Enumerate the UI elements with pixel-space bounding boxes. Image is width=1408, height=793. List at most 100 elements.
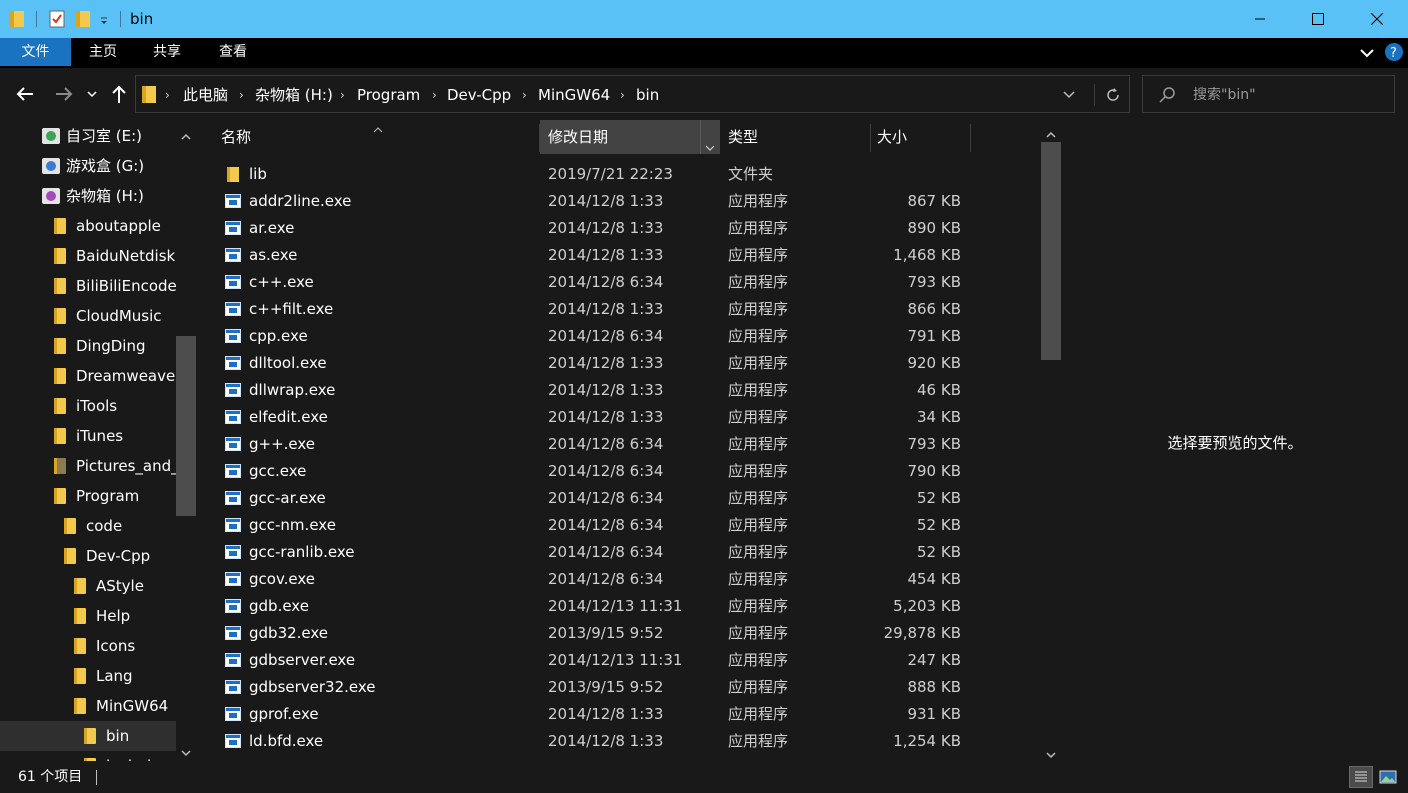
file-size: 52 KB <box>917 516 961 534</box>
tree-item-folder[interactable]: include <box>0 751 176 761</box>
file-row[interactable]: ld.bfd.exe 2014/12/8 1:33 应用程序 1,254 KB <box>198 728 1040 755</box>
search-box[interactable]: 搜索"bin" <box>1142 75 1395 113</box>
breadcrumb-drive-h[interactable]: 杂物箱 (H:) <box>255 85 333 105</box>
new-folder-icon[interactable] <box>76 9 90 29</box>
breadcrumb-program[interactable]: Program <box>357 85 420 105</box>
file-row[interactable]: addr2line.exe 2014/12/8 1:33 应用程序 867 KB <box>198 188 1040 215</box>
file-size: 790 KB <box>907 462 961 480</box>
help-icon[interactable]: ? <box>1385 43 1403 61</box>
column-header-date[interactable]: 修改日期 <box>540 120 720 154</box>
file-list-scrollbar[interactable] <box>1041 120 1061 761</box>
breadcrumb-mingw64[interactable]: MinGW64 <box>538 85 610 105</box>
file-row[interactable]: elfedit.exe 2014/12/8 1:33 应用程序 34 KB <box>198 404 1040 431</box>
refresh-icon[interactable] <box>1094 84 1130 106</box>
file-row[interactable]: c++.exe 2014/12/8 6:34 应用程序 793 KB <box>198 269 1040 296</box>
file-row[interactable]: dllwrap.exe 2014/12/8 1:33 应用程序 46 KB <box>198 377 1040 404</box>
back-button[interactable] <box>13 82 37 106</box>
file-row[interactable]: gdb32.exe 2013/9/15 9:52 应用程序 29,878 KB <box>198 620 1040 647</box>
expand-ribbon-icon[interactable] <box>1358 44 1376 62</box>
chevron-right-icon[interactable]: › <box>432 86 437 104</box>
address-history-icon[interactable] <box>1062 88 1076 106</box>
tree-item-folder[interactable]: BiliBiliEncoder <box>0 271 176 301</box>
tree-item-drive-g[interactable]: 游戏盒 (G:) <box>0 151 176 181</box>
maximize-button[interactable] <box>1295 0 1341 38</box>
column-header-type[interactable]: 类型 <box>720 120 870 154</box>
file-row[interactable]: dlltool.exe 2014/12/8 1:33 应用程序 920 KB <box>198 350 1040 377</box>
file-row[interactable]: c++filt.exe 2014/12/8 1:33 应用程序 866 KB <box>198 296 1040 323</box>
tree-item-drive-h[interactable]: 杂物箱 (H:) <box>0 181 176 211</box>
tree-item-folder[interactable]: aboutapple <box>0 211 176 241</box>
tree-item-folder[interactable]: Pictures_and_ <box>0 451 176 481</box>
tab-view[interactable]: 查看 <box>199 38 267 66</box>
file-row[interactable]: gcc-ranlib.exe 2014/12/8 6:34 应用程序 52 KB <box>198 539 1040 566</box>
tree-item-folder[interactable]: code <box>0 511 176 541</box>
tree-item-folder[interactable]: iTunes <box>0 421 176 451</box>
file-row[interactable]: gcc.exe 2014/12/8 6:34 应用程序 790 KB <box>198 458 1040 485</box>
folder-icon <box>54 368 66 384</box>
tree-item-folder[interactable]: Program <box>0 481 176 511</box>
file-row[interactable]: gdbserver32.exe 2013/9/15 9:52 应用程序 888 … <box>198 674 1040 701</box>
tree-item-folder[interactable]: Icons <box>0 631 176 661</box>
file-type: 应用程序 <box>728 597 789 615</box>
tree-item-drive-e[interactable]: 自习室 (E:) <box>0 121 176 151</box>
properties-icon[interactable] <box>49 9 65 29</box>
file-list-scrollbar-thumb[interactable] <box>1041 142 1061 360</box>
tree-item-selected-bin[interactable]: bin <box>0 721 176 751</box>
search-input[interactable]: 搜索"bin" <box>1193 85 1256 105</box>
breadcrumb-dev-cpp[interactable]: Dev-Cpp <box>447 85 511 105</box>
file-size: 46 KB <box>917 381 961 399</box>
file-type: 应用程序 <box>728 651 789 669</box>
title-bar: bin <box>0 0 1408 38</box>
column-header-size[interactable]: 大小 <box>871 120 969 154</box>
tab-share[interactable]: 共享 <box>135 38 199 66</box>
tree-item-folder[interactable]: Dreamweaver <box>0 361 176 391</box>
tree-item-folder[interactable]: AStyle <box>0 571 176 601</box>
breadcrumb-this-pc[interactable]: 此电脑 <box>183 85 228 105</box>
tree-item-folder[interactable]: Lang <box>0 661 176 691</box>
file-row-folder[interactable]: lib 2019/7/21 22:23 文件夹 <box>198 161 1040 188</box>
file-row[interactable]: as.exe 2014/12/8 1:33 应用程序 1,468 KB <box>198 242 1040 269</box>
chevron-right-icon[interactable]: › <box>239 86 244 104</box>
tree-item-folder[interactable]: DingDing <box>0 331 176 361</box>
file-row[interactable]: gdbserver.exe 2014/12/13 11:31 应用程序 247 … <box>198 647 1040 674</box>
file-row[interactable]: gcc-nm.exe 2014/12/8 6:34 应用程序 52 KB <box>198 512 1040 539</box>
tree-item-folder[interactable]: Dev-Cpp <box>0 541 176 571</box>
tree-scrollbar[interactable] <box>176 120 196 761</box>
tree-item-folder[interactable]: iTools <box>0 391 176 421</box>
chevron-right-icon[interactable]: › <box>522 86 527 104</box>
tree-item-folder[interactable]: BaiduNetdisk <box>0 241 176 271</box>
file-row[interactable]: gcov.exe 2014/12/8 6:34 应用程序 454 KB <box>198 566 1040 593</box>
file-row[interactable]: ar.exe 2014/12/8 1:33 应用程序 890 KB <box>198 215 1040 242</box>
breadcrumb-bin[interactable]: bin <box>636 85 659 105</box>
file-row[interactable]: gcc-ar.exe 2014/12/8 6:34 应用程序 52 KB <box>198 485 1040 512</box>
chevron-right-icon[interactable]: › <box>620 86 625 104</box>
column-divider[interactable] <box>970 124 971 152</box>
file-row[interactable]: g++.exe 2014/12/8 6:34 应用程序 793 KB <box>198 431 1040 458</box>
chevron-right-icon[interactable]: › <box>340 86 345 104</box>
tree-item-folder[interactable]: Help <box>0 601 176 631</box>
up-button[interactable] <box>107 82 131 106</box>
close-button[interactable] <box>1354 0 1400 38</box>
tab-home[interactable]: 主页 <box>71 38 135 66</box>
svg-text:?: ? <box>1390 46 1397 59</box>
file-row[interactable]: gprof.exe 2014/12/8 1:33 应用程序 931 KB <box>198 701 1040 728</box>
tab-file[interactable]: 文件 <box>0 38 71 66</box>
tree-item-folder[interactable]: CloudMusic <box>0 301 176 331</box>
minimize-button[interactable] <box>1237 0 1283 38</box>
file-row[interactable]: gdb.exe 2014/12/13 11:31 应用程序 5,203 KB <box>198 593 1040 620</box>
details-view-button[interactable] <box>1349 766 1373 788</box>
tree-item-label: 自习室 (E:) <box>66 127 143 145</box>
tree-item-folder[interactable]: MinGW64 <box>0 691 176 721</box>
scroll-down-icon[interactable] <box>180 744 192 762</box>
scroll-up-icon[interactable] <box>180 128 192 146</box>
file-row[interactable]: cpp.exe 2014/12/8 6:34 应用程序 791 KB <box>198 323 1040 350</box>
column-header-name[interactable]: 名称 <box>198 120 538 154</box>
tree-scrollbar-thumb[interactable] <box>176 336 196 516</box>
customize-quick-access-icon[interactable] <box>99 9 109 29</box>
large-icons-view-button[interactable] <box>1376 766 1400 788</box>
chevron-right-icon[interactable]: › <box>165 86 170 104</box>
forward-button[interactable] <box>52 82 76 106</box>
chevron-down-icon[interactable] <box>704 131 716 165</box>
recent-locations-icon[interactable] <box>82 82 102 106</box>
address-bar[interactable]: › 此电脑 › 杂物箱 (H:) › Program › Dev-Cpp › M… <box>135 75 1130 113</box>
